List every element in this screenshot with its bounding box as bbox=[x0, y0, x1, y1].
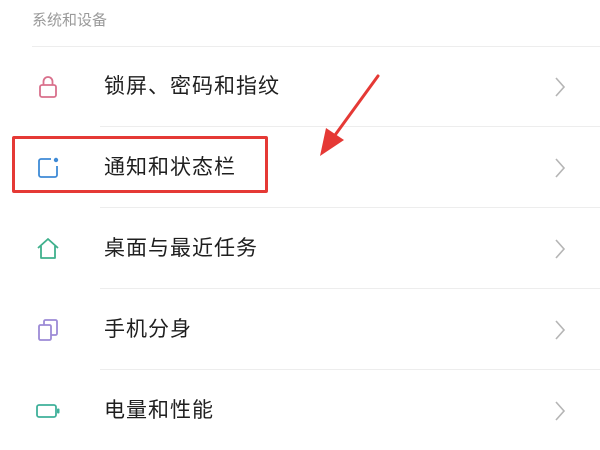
lock-icon bbox=[39, 76, 57, 98]
section-header-system-devices: 系统和设备 bbox=[32, 11, 108, 29]
chevron-right-icon bbox=[555, 239, 566, 259]
chevron-right-icon bbox=[555, 158, 566, 178]
clone-icon bbox=[38, 319, 58, 341]
settings-item-label: 锁屏、密码和指纹 bbox=[104, 74, 280, 98]
settings-item-app-clone[interactable]: 手机分身 bbox=[0, 289, 600, 370]
chevron-right-icon bbox=[555, 401, 566, 421]
home-icon bbox=[37, 238, 59, 259]
chevron-right-icon bbox=[555, 77, 566, 97]
settings-item-battery-performance[interactable]: 电量和性能 bbox=[0, 370, 600, 450]
settings-item-label: 桌面与最近任务 bbox=[104, 236, 258, 260]
settings-item-lockscreen[interactable]: 锁屏、密码和指纹 bbox=[0, 46, 600, 127]
annotation-highlight-box bbox=[12, 136, 268, 193]
settings-item-label: 手机分身 bbox=[104, 317, 192, 341]
settings-list: 锁屏、密码和指纹 通知和状态栏 桌面与最近任务 手机分身 电量和性能 bbox=[0, 46, 600, 450]
battery-icon bbox=[36, 404, 60, 418]
settings-item-label: 电量和性能 bbox=[104, 398, 214, 422]
settings-item-desktop-recents[interactable]: 桌面与最近任务 bbox=[0, 208, 600, 289]
chevron-right-icon bbox=[555, 320, 566, 340]
